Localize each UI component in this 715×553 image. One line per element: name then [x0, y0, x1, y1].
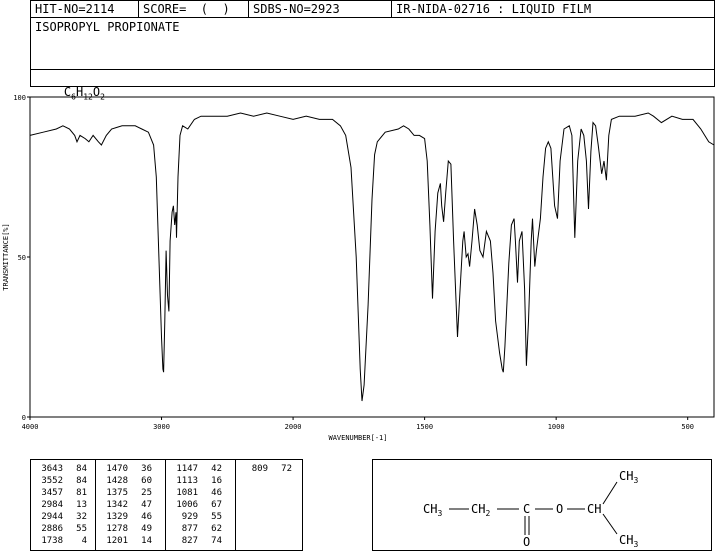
peak-row: 3643 84	[35, 464, 87, 474]
bond	[602, 513, 618, 535]
peak-transmittance: 67	[211, 500, 222, 510]
y-tick-label: 0	[22, 414, 26, 422]
spectrum-line	[29, 112, 715, 402]
peak-row: 1201 14	[100, 536, 152, 546]
peak-transmittance: 72	[281, 464, 292, 474]
ch-label: CH	[587, 502, 601, 516]
x-tick-label: 1000	[548, 423, 565, 431]
peak-wavenumber: 3643	[41, 464, 63, 474]
peak-row: 1375 25	[100, 488, 152, 498]
ether-oxygen: O	[556, 502, 563, 516]
peak-wavenumber: 1329	[106, 512, 128, 522]
peak-wavenumber: 877	[181, 524, 198, 534]
ir-spectrum-chart: 0 50 100 4000 3000 2000 1500 1000 500 WAVENUMBE…	[2, 94, 715, 442]
plot-frame	[29, 96, 715, 418]
ch3-left-label: CH3	[423, 502, 442, 518]
y-tick-label: 50	[18, 254, 26, 262]
peak-transmittance: 84	[76, 464, 87, 474]
peak-transmittance: 55	[211, 512, 222, 522]
peak-wavenumber: 809	[251, 464, 268, 474]
peak-row: 877 62	[170, 524, 222, 534]
peak-row: 1342 47	[100, 500, 152, 510]
peak-transmittance: 46	[141, 512, 152, 522]
peak-row: 3552 84	[35, 476, 87, 486]
peak-table: 3643 84 3552 84 3457 81 2984 13 2944 32 2886 55 1738…	[30, 459, 303, 551]
peak-wavenumber: 1428	[106, 476, 128, 486]
peak-row: 1147 42	[170, 464, 222, 474]
peak-wavenumber: 929	[181, 512, 198, 522]
ch2-label: CH2	[471, 502, 490, 518]
peak-transmittance: 42	[211, 464, 222, 474]
peak-row: 1081 46	[170, 488, 222, 498]
peak-row: 2944 32	[35, 512, 87, 522]
peak-row: 1470 36	[100, 464, 152, 474]
peak-wavenumber: 2944	[41, 512, 63, 522]
x-axis: 4000 3000 2000 1500 1000 500	[22, 417, 694, 431]
peak-transmittance: 62	[211, 524, 222, 534]
peak-row: 929 55	[170, 512, 222, 522]
peak-column: 3643 84 3552 84 3457 81 2984 13 2944 32 2886 55 1738…	[31, 460, 95, 550]
peak-row: 1428 60	[100, 476, 152, 486]
peak-row: 3457 81	[35, 488, 87, 498]
peak-wavenumber: 827	[181, 536, 198, 546]
peak-transmittance: 14	[141, 536, 152, 546]
peak-column: 1147 42 1113 16 1081 46 1006 67 929 55 877 62 827 74	[165, 460, 236, 550]
structure-diagram: CH3 CH2 C O O CH CH3 CH3	[423, 469, 638, 549]
peak-transmittance: 36	[141, 464, 152, 474]
peak-transmittance: 49	[141, 524, 152, 534]
peak-wavenumber: 3552	[41, 476, 63, 486]
x-axis-label: WAVENUMBER[-1]	[328, 434, 387, 442]
peak-row: 1278 49	[100, 524, 152, 534]
x-tick-label: 500	[681, 423, 694, 431]
y-tick-label: 100	[13, 94, 26, 102]
peak-column: 809 72	[235, 460, 304, 550]
peak-transmittance: 13	[76, 500, 87, 510]
peak-transmittance: 16	[211, 476, 222, 486]
x-tick-label: 1500	[416, 423, 433, 431]
peak-transmittance: 4	[81, 536, 87, 546]
peak-wavenumber: 3457	[41, 488, 63, 498]
carbonyl-carbon: C	[523, 502, 530, 516]
peak-transmittance: 46	[211, 488, 222, 498]
peak-wavenumber: 1278	[106, 524, 128, 534]
peak-row: 2984 13	[35, 500, 87, 510]
peak-wavenumber: 1375	[106, 488, 128, 498]
peak-row: 2886 55	[35, 524, 87, 534]
peak-wavenumber: 1342	[106, 500, 128, 510]
peak-row: 1738 4	[35, 536, 87, 546]
peak-transmittance: 60	[141, 476, 152, 486]
peak-column: 1470 36 1428 60 1375 25 1342 47 1329 46 1278 49 1201…	[95, 460, 166, 550]
x-tick-label: 4000	[22, 423, 39, 431]
peak-transmittance: 25	[141, 488, 152, 498]
y-axis-label: TRANSMITTANCE[%]	[2, 223, 10, 290]
peak-row: 809 72	[240, 464, 292, 474]
peak-transmittance: 32	[76, 512, 87, 522]
peak-wavenumber: 1006	[176, 500, 198, 510]
peak-wavenumber: 2984	[41, 500, 63, 510]
peak-wavenumber: 2886	[41, 524, 63, 534]
peak-row: 1113 16	[170, 476, 222, 486]
y-axis: 0 50 100	[13, 94, 30, 422]
carbonyl-oxygen: O	[523, 535, 530, 549]
bond	[602, 481, 618, 505]
peak-row: 1329 46	[100, 512, 152, 522]
ch3-bottom-label: CH3	[619, 533, 638, 549]
structure-box: CH3 CH2 C O O CH CH3 CH3	[372, 459, 712, 551]
peak-transmittance: 55	[76, 524, 87, 534]
peak-transmittance: 81	[76, 488, 87, 498]
peak-row: 827 74	[170, 536, 222, 546]
peak-transmittance: 84	[76, 476, 87, 486]
x-tick-label: 2000	[285, 423, 302, 431]
peak-wavenumber: 1470	[106, 464, 128, 474]
peak-wavenumber: 1081	[176, 488, 198, 498]
peak-wavenumber: 1147	[176, 464, 198, 474]
peak-wavenumber: 1201	[106, 536, 128, 546]
ch3-top-label: CH3	[619, 469, 638, 485]
peak-wavenumber: 1113	[176, 476, 198, 486]
peak-transmittance: 74	[211, 536, 222, 546]
x-tick-label: 3000	[153, 423, 170, 431]
peak-wavenumber: 1738	[41, 536, 63, 546]
peak-row: 1006 67	[170, 500, 222, 510]
peak-transmittance: 47	[141, 500, 152, 510]
